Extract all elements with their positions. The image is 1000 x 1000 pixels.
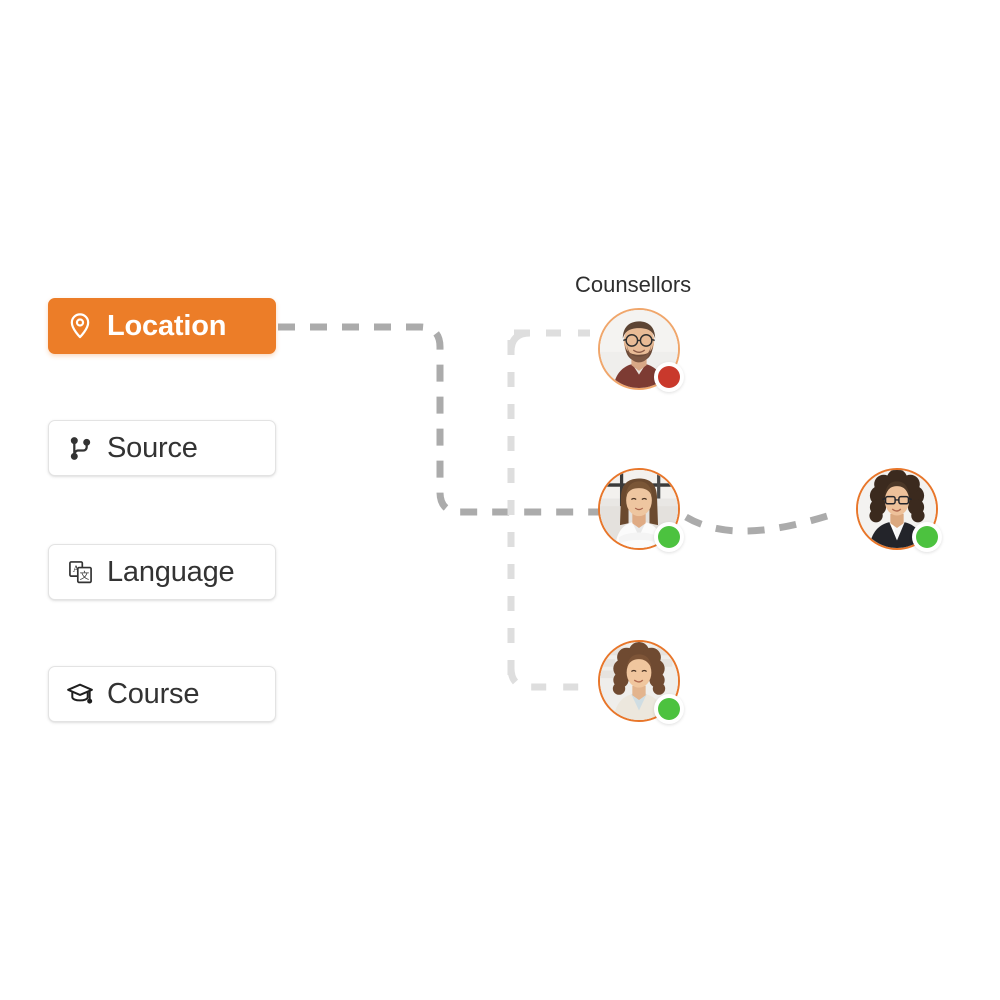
connector-lines xyxy=(278,323,842,691)
counsellor-avatar-3[interactable] xyxy=(598,640,684,724)
filter-button-source[interactable]: Source xyxy=(48,420,276,476)
status-dot-online xyxy=(916,526,938,548)
counsellor-avatar-4[interactable] xyxy=(856,468,942,552)
filter-button-course[interactable]: Course xyxy=(48,666,276,722)
status-dot-online xyxy=(658,698,680,720)
map-pin-icon xyxy=(65,311,95,341)
connector-peer-link xyxy=(684,508,842,535)
connector-trunk-top-corner xyxy=(507,329,531,353)
git-branch-icon xyxy=(65,433,95,463)
filter-label-language: Language xyxy=(107,555,235,588)
connector-branch-bottom xyxy=(507,667,588,691)
filter-label-source: Source xyxy=(107,431,198,464)
translate-icon: A 文 xyxy=(65,557,95,587)
diagram-canvas: Location Source A 文 Language Course Coun… xyxy=(0,0,1000,1000)
filter-label-location: Location xyxy=(107,309,227,342)
counsellors-title: Counsellors xyxy=(575,272,692,297)
filter-button-location[interactable]: Location xyxy=(48,298,276,354)
counsellor-avatar-2[interactable] xyxy=(598,468,684,552)
status-dot-online xyxy=(658,526,680,548)
graduation-cap-icon xyxy=(65,679,95,709)
status-badge-2 xyxy=(654,522,684,552)
counsellor-avatar-1[interactable] xyxy=(598,308,684,392)
svg-text:文: 文 xyxy=(79,569,89,581)
status-badge-3 xyxy=(654,694,684,724)
filter-button-language[interactable]: A 文 Language xyxy=(48,544,276,600)
connector-location-trunk xyxy=(278,323,600,516)
status-dot-busy xyxy=(658,366,680,388)
filter-label-course: Course xyxy=(107,677,200,710)
status-badge-1 xyxy=(654,362,684,392)
status-badge-4 xyxy=(912,522,942,552)
